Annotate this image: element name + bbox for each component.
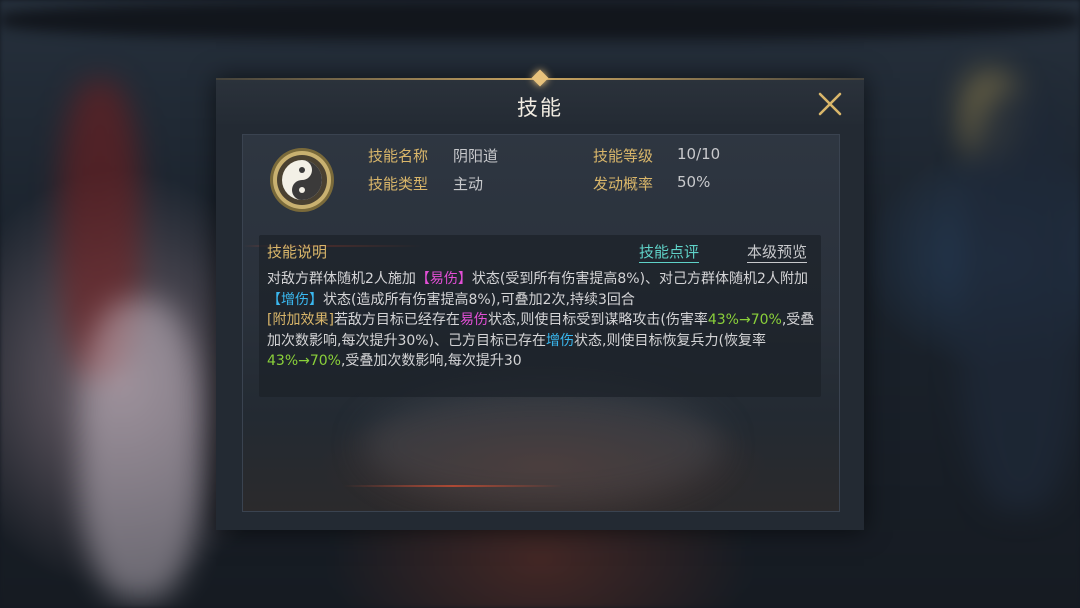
buff-keyword: 增伤 (546, 332, 575, 349)
skill-level-label: 技能等级 (593, 147, 654, 165)
close-icon[interactable] (816, 90, 844, 118)
buff-tag: 【增伤】 (267, 291, 323, 308)
skill-level-value: 10/10 (677, 145, 721, 163)
skill-name-label: 技能名称 (368, 147, 429, 165)
damage-rate-range: 43%→70% (707, 312, 782, 328)
level-preview-link[interactable]: 本级预览 (747, 241, 808, 263)
skill-dialog: 技能 技能名称 阴阳道 技能等级 10/10 技能类型 主动 发动概率 50% … (216, 69, 864, 530)
dialog-title: 技能 (517, 96, 563, 120)
skill-type-value: 主动 (453, 175, 484, 193)
debuff-keyword: 易伤 (459, 312, 488, 328)
description-title: 技能说明 (267, 243, 328, 261)
dialog-header: 技能 (216, 80, 864, 124)
debuff-tag: 【易伤】 (415, 271, 472, 287)
skill-name-value: 阴阳道 (453, 147, 499, 165)
description-text: 对敌方群体随机2人施加【易伤】状态(受到所有伤害提高8%)、对己方群体随机2人附… (267, 271, 815, 369)
extra-effect-tag: [附加效果] (267, 312, 334, 328)
skill-content-panel: 技能名称 阴阳道 技能等级 10/10 技能类型 主动 发动概率 50% 技能说… (242, 134, 840, 512)
activation-rate-value: 50% (677, 173, 711, 191)
skill-review-link[interactable]: 技能点评 (639, 241, 700, 263)
skill-type-label: 技能类型 (368, 175, 429, 193)
skill-description-box: 技能说明 技能点评 本级预览 对敌方群体随机2人施加【易伤】状态(受到所有伤害提… (259, 235, 821, 397)
yin-yang-icon (269, 147, 335, 213)
heal-rate-range: 43%→70% (267, 353, 341, 369)
activation-rate-label: 发动概率 (593, 175, 654, 193)
